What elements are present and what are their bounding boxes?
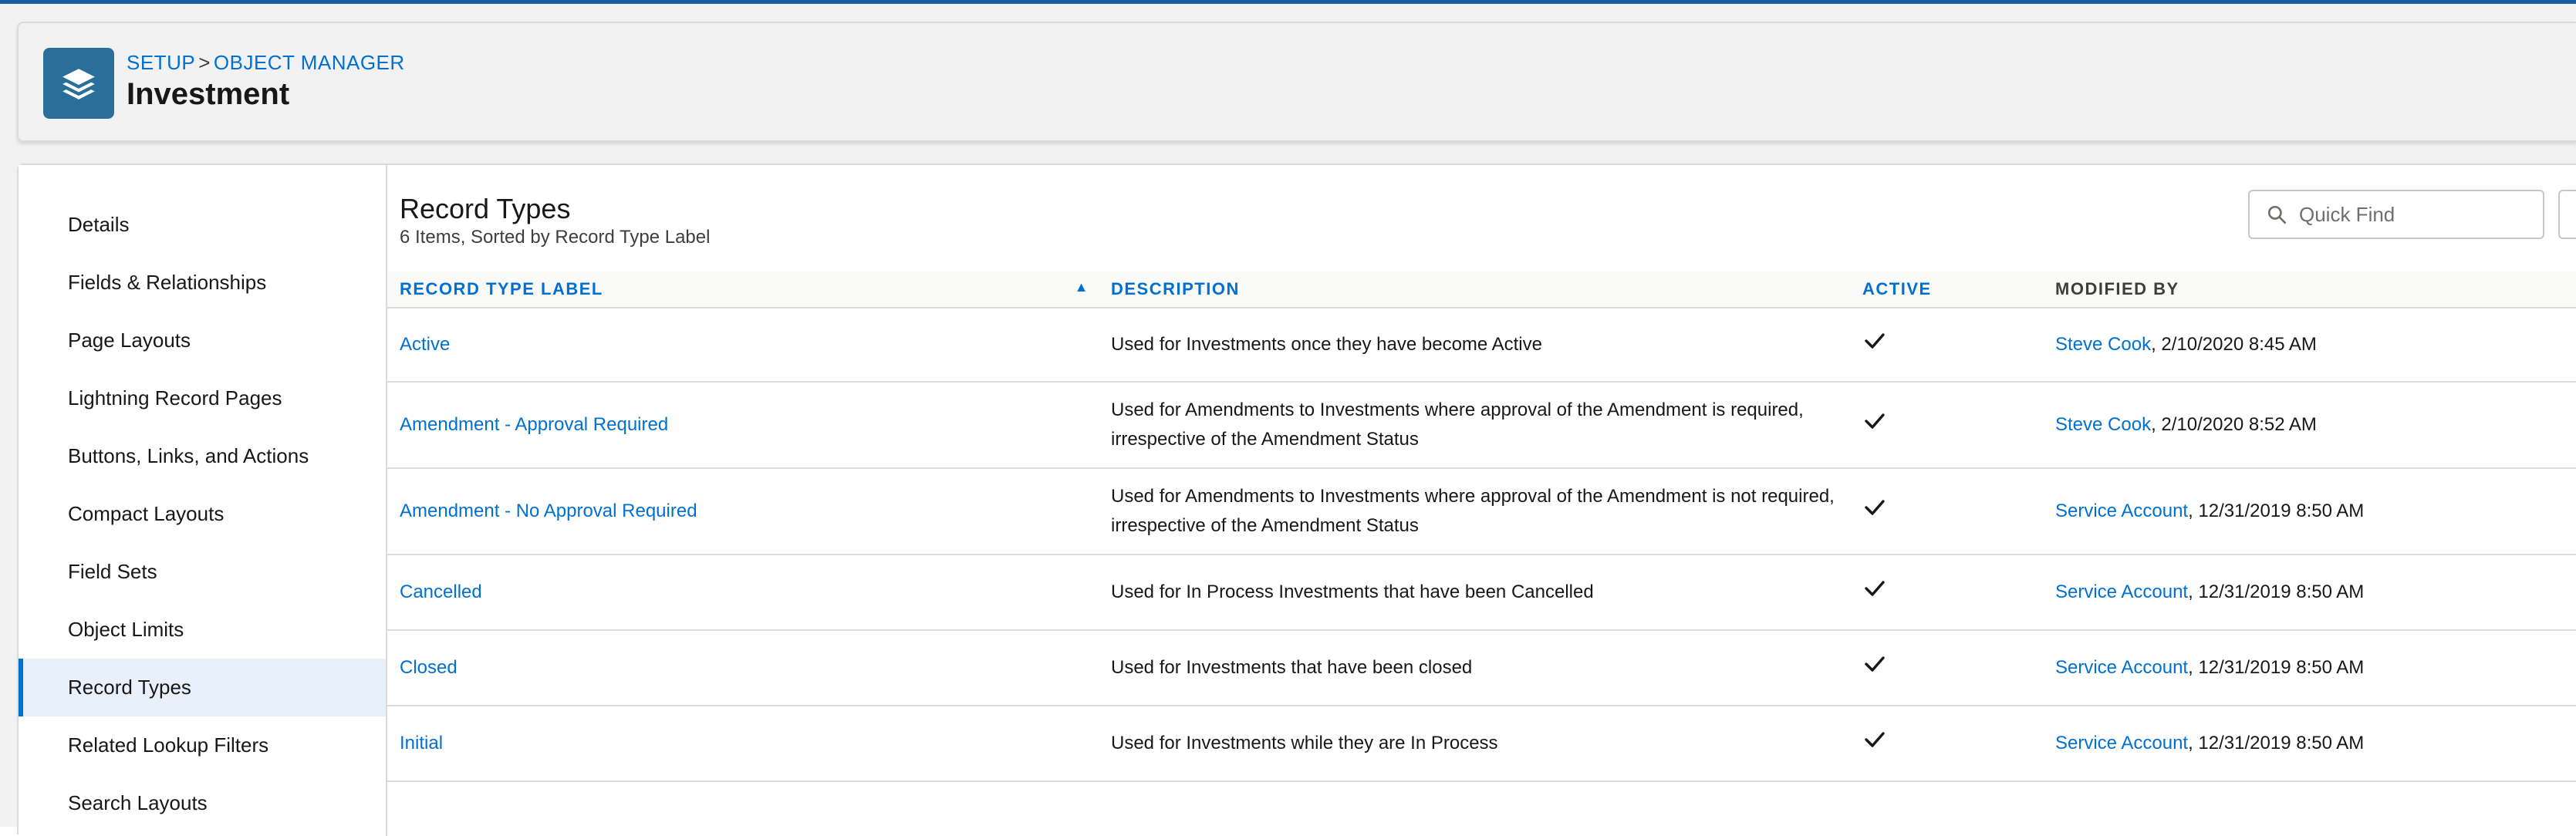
active-cell xyxy=(1850,630,2043,706)
active-cell xyxy=(1850,308,2043,383)
object-manager-panel: Details Fields & Relationships Page Layo… xyxy=(17,163,2576,836)
table-row: Active Used for Investments once they ha… xyxy=(387,308,2576,383)
sidebar-item-record-types[interactable]: Record Types xyxy=(19,659,386,716)
modified-by-user-link[interactable]: Service Account xyxy=(2055,581,2188,602)
modified-by-user-link[interactable]: Steve Cook xyxy=(2055,334,2151,355)
record-type-link[interactable]: Initial xyxy=(400,733,443,753)
sidebar-item-fields-relationships[interactable]: Fields & Relationships xyxy=(19,254,386,312)
checkmark-icon xyxy=(1865,656,1885,672)
modified-by-user-link[interactable]: Service Account xyxy=(2055,657,2188,678)
modified-by-cell: Service Account, 12/31/2019 8:50 AM xyxy=(2043,706,2576,782)
checkmark-icon xyxy=(1865,732,1885,747)
sidebar-item-buttons-links-actions[interactable]: Buttons, Links, and Actions xyxy=(19,427,386,485)
checkmark-icon xyxy=(1865,413,1885,429)
sidebar-item-compact-layouts[interactable]: Compact Layouts xyxy=(19,485,386,543)
sidebar-item-field-sets[interactable]: Field Sets xyxy=(19,543,386,601)
table-row: Closed Used for Investments that have be… xyxy=(387,630,2576,706)
search-icon xyxy=(2267,205,2287,224)
modified-by-cell: Service Account, 12/31/2019 8:50 AM xyxy=(2043,630,2576,706)
modified-by-user-link[interactable]: Service Account xyxy=(2055,733,2188,753)
active-cell xyxy=(1850,706,2043,782)
sidebar-item-related-lookup-filters[interactable]: Related Lookup Filters xyxy=(19,716,386,774)
modified-by-user-link[interactable]: Steve Cook xyxy=(2055,414,2151,435)
layers-icon xyxy=(43,48,114,119)
modified-date: , 2/10/2020 8:45 AM xyxy=(2151,334,2317,355)
record-type-link[interactable]: Active xyxy=(400,334,450,355)
breadcrumb-separator: > xyxy=(198,51,211,74)
modified-date: , 2/10/2020 8:52 AM xyxy=(2151,414,2317,435)
description-cell: Used for Amendments to Investments where… xyxy=(1099,382,1850,469)
modified-date: , 12/31/2019 8:50 AM xyxy=(2188,657,2365,678)
record-types-table: RECORD TYPE LABEL ▲ DESCRIPTION ACTIVE MO… xyxy=(387,271,2576,782)
active-cell xyxy=(1850,468,2043,555)
breadcrumb-object-manager-link[interactable]: OBJECT MANAGER xyxy=(214,51,405,74)
column-header-modified-by: MODIFIED BY xyxy=(2043,271,2576,308)
sort-ascending-icon[interactable]: ▲ xyxy=(1075,279,1089,295)
column-header-active[interactable]: ACTIVE xyxy=(1850,271,2043,308)
record-type-link[interactable]: Cancelled xyxy=(400,581,482,602)
column-header-description[interactable]: DESCRIPTION xyxy=(1099,271,1850,308)
new-button-partial[interactable] xyxy=(2558,190,2576,239)
checkmark-icon xyxy=(1865,500,1885,515)
active-cell xyxy=(1850,555,2043,631)
column-header-record-type-label[interactable]: RECORD TYPE LABEL ▲ xyxy=(387,271,1099,308)
active-cell xyxy=(1850,382,2043,469)
table-row: Initial Used for Investments while they … xyxy=(387,706,2576,782)
sidebar-item-object-limits[interactable]: Object Limits xyxy=(19,601,386,659)
modified-by-cell: Service Account, 12/31/2019 8:50 AM xyxy=(2043,555,2576,631)
checkmark-icon xyxy=(1865,581,1885,596)
section-subtitle: 6 Items, Sorted by Record Type Label xyxy=(400,227,711,248)
breadcrumb: SETUP > OBJECT MANAGER xyxy=(127,51,405,75)
modified-by-cell: Steve Cook, 2/10/2020 8:45 AM xyxy=(2043,308,2576,383)
table-header-row: RECORD TYPE LABEL ▲ DESCRIPTION ACTIVE MO… xyxy=(387,271,2576,308)
modified-date: , 12/31/2019 8:50 AM xyxy=(2188,581,2365,602)
quick-find-box xyxy=(2248,190,2544,239)
record-types-section: Record Types 6 Items, Sorted by Record T… xyxy=(387,165,2576,836)
object-sidebar: Details Fields & Relationships Page Layo… xyxy=(19,165,387,836)
breadcrumb-setup-link[interactable]: SETUP xyxy=(127,51,195,74)
table-row: Cancelled Used for In Process Investment… xyxy=(387,555,2576,631)
modified-date: , 12/31/2019 8:50 AM xyxy=(2188,501,2365,521)
record-type-link[interactable]: Amendment - Approval Required xyxy=(400,414,668,435)
sidebar-item-page-layouts[interactable]: Page Layouts xyxy=(19,312,386,369)
modified-by-cell: Steve Cook, 2/10/2020 8:52 AM xyxy=(2043,382,2576,469)
description-cell: Used for Amendments to Investments where… xyxy=(1099,468,1850,555)
modified-by-user-link[interactable]: Service Account xyxy=(2055,501,2188,521)
sidebar-item-lightning-record-pages[interactable]: Lightning Record Pages xyxy=(19,369,386,427)
column-header-label: RECORD TYPE LABEL xyxy=(400,279,603,298)
sidebar-item-search-layouts[interactable]: Search Layouts xyxy=(19,774,386,832)
section-title: Record Types xyxy=(400,193,571,224)
table-row: Amendment - Approval Required Used for A… xyxy=(387,382,2576,469)
description-cell: Used for In Process Investments that hav… xyxy=(1099,555,1850,631)
record-type-link[interactable]: Closed xyxy=(400,657,457,678)
modified-by-cell: Service Account, 12/31/2019 8:50 AM xyxy=(2043,468,2576,555)
checkmark-icon xyxy=(1865,333,1885,349)
page-title: Investment xyxy=(127,77,290,111)
page-header: SETUP > OBJECT MANAGER Investment xyxy=(17,22,2576,142)
description-cell: Used for Investments that have been clos… xyxy=(1099,630,1850,706)
quick-find-input[interactable] xyxy=(2297,201,2532,228)
sidebar-item-details[interactable]: Details xyxy=(19,196,386,254)
table-row: Amendment - No Approval Required Used fo… xyxy=(387,468,2576,555)
description-cell: Used for Investments once they have beco… xyxy=(1099,308,1850,383)
description-cell: Used for Investments while they are In P… xyxy=(1099,706,1850,782)
record-type-link[interactable]: Amendment - No Approval Required xyxy=(400,501,697,521)
modified-date: , 12/31/2019 8:50 AM xyxy=(2188,733,2365,753)
